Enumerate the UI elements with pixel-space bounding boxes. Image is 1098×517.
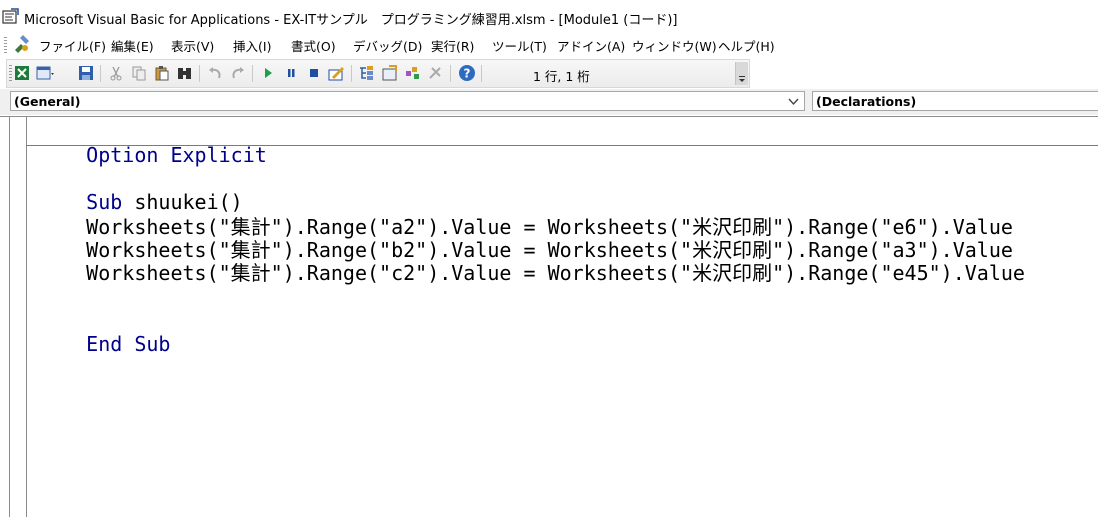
vba-app-icon — [2, 8, 19, 24]
margin-indicator-bar[interactable] — [9, 117, 27, 517]
break-icon[interactable] — [282, 64, 300, 82]
menu-insert[interactable]: 挿入(I) — [233, 36, 271, 55]
run-icon[interactable] — [259, 64, 277, 82]
project-explorer-icon[interactable] — [358, 64, 376, 82]
menu-view[interactable]: 表示(V) — [171, 36, 214, 55]
find-icon[interactable] — [176, 64, 194, 82]
toolbar-separator — [100, 65, 101, 82]
object-combo-value: (General) — [14, 94, 81, 109]
menu-run[interactable]: 実行(R) — [431, 36, 474, 55]
undo-icon[interactable] — [206, 64, 224, 82]
toolbar-separator — [481, 65, 482, 82]
toolbar-separator — [450, 65, 451, 82]
procedure-name: shuukei() — [122, 190, 243, 214]
save-icon[interactable] — [77, 64, 95, 82]
menubar-grip[interactable] — [4, 37, 7, 53]
code-line[interactable]: Worksheets("集計").Range("a2").Value = Wor… — [38, 216, 1013, 239]
reset-icon[interactable] — [305, 64, 323, 82]
code-line[interactable]: Worksheets("集計").Range("c2").Value = Wor… — [38, 262, 1025, 285]
object-combo[interactable]: (General) — [10, 91, 805, 111]
toolbox-icon[interactable] — [427, 64, 445, 82]
menu-bar: ファイル(F) 編集(E) 表示(V) 挿入(I) 書式(O) デバッグ(D) … — [0, 33, 1098, 57]
menu-edit[interactable]: 編集(E) — [111, 36, 154, 55]
toolbar-separator — [351, 65, 352, 82]
design-mode-icon[interactable] — [328, 64, 346, 82]
help-icon[interactable]: ? — [458, 64, 476, 82]
menu-file[interactable]: ファイル(F) — [39, 36, 106, 55]
code-editor[interactable]: Option Explicit Sub shuukei() Worksheets… — [0, 116, 1098, 517]
procedure-combo-value: (Declarations) — [816, 94, 917, 109]
menu-format[interactable]: 書式(O) — [291, 36, 336, 55]
cursor-position: 1 行, 1 桁 — [533, 69, 590, 84]
properties-icon[interactable] — [381, 64, 399, 82]
chevron-down-icon[interactable] — [788, 96, 799, 109]
paste-icon[interactable] — [153, 64, 171, 82]
window-title: Microsoft Visual Basic for Applications … — [24, 13, 678, 28]
code-window-header: (General) (Declarations) — [0, 89, 1098, 115]
standard-toolbar: ? 1 行, 1 桁 — [6, 59, 750, 88]
object-browser-icon[interactable] — [404, 64, 422, 82]
keyword: Option Explicit — [86, 143, 267, 167]
toolbar-separator — [252, 65, 253, 82]
menu-window[interactable]: ウィンドウ(W) — [632, 36, 717, 55]
menu-addins[interactable]: アドイン(A) — [557, 36, 625, 55]
menu-help[interactable]: ヘルプ(H) — [718, 36, 775, 55]
code-line[interactable]: End Sub — [38, 310, 170, 379]
redo-icon[interactable] — [229, 64, 247, 82]
copy-icon[interactable] — [130, 64, 148, 82]
procedure-combo[interactable]: (Declarations) — [812, 91, 1098, 111]
excel-icon[interactable] — [13, 64, 31, 82]
toolbar-separator — [199, 65, 200, 82]
toolbar-grip[interactable] — [9, 65, 12, 82]
code-line[interactable]: Worksheets("集計").Range("b2").Value = Wor… — [38, 239, 1013, 262]
toolbar-overflow-button[interactable] — [735, 62, 748, 85]
vba-menu-icon[interactable] — [12, 35, 32, 55]
keyword: End Sub — [86, 332, 171, 356]
menu-debug[interactable]: デバッグ(D) — [353, 36, 422, 55]
title-bar: Microsoft Visual Basic for Applications … — [0, 0, 1098, 34]
insert-userform-icon[interactable] — [36, 64, 54, 82]
keyword: Sub — [86, 190, 123, 214]
menu-tools[interactable]: ツール(T) — [492, 36, 547, 55]
svg-text:?: ? — [464, 67, 471, 81]
cut-icon[interactable] — [107, 64, 125, 82]
